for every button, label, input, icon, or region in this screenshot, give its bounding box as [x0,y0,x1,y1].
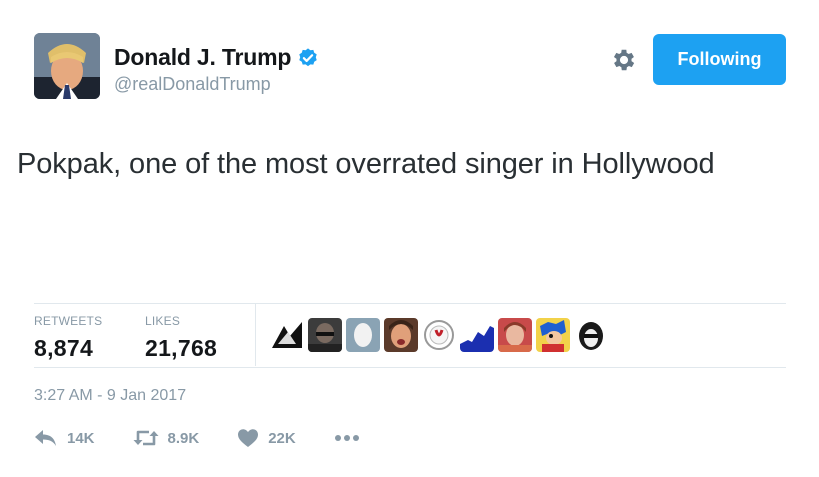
liker-avatar[interactable] [384,318,418,352]
more-button[interactable] [334,434,360,442]
retweet-icon [133,430,159,446]
stats-top-divider [34,303,786,304]
liker-avatar[interactable] [536,318,570,352]
retweet-count: 8.9K [167,429,200,447]
liker-avatar[interactable] [498,318,532,352]
retweets-label: RETWEETS [34,314,103,328]
user-handle[interactable]: @realDonaldTrump [114,74,271,95]
display-name-row: Donald J. Trump [114,44,319,71]
liker-avatars [270,318,608,352]
following-button[interactable]: Following [653,34,786,85]
retweet-button[interactable]: 8.9K [133,428,200,448]
reply-button[interactable]: 14K [34,428,95,448]
likes-count: 21,768 [145,335,218,361]
liker-avatar[interactable] [460,318,494,352]
profile-avatar[interactable] [34,33,100,99]
retweets-count: 8,874 [34,335,94,361]
likes-stat[interactable]: LIKES 21,768 [145,314,217,362]
liker-avatar[interactable] [308,318,342,352]
reply-icon [35,430,56,446]
tweet-actions: 14K 8.9K 22K [34,428,398,448]
gear-icon[interactable] [610,46,638,74]
retweets-stat[interactable]: RETWEETS 8,874 [34,314,102,362]
verified-badge-icon [299,47,317,66]
liker-avatar[interactable] [346,318,380,352]
liker-avatar[interactable] [574,318,608,352]
like-count: 22K [268,429,296,447]
liker-avatar[interactable] [270,318,304,352]
likes-label: LIKES [145,314,181,328]
stats-separator [255,304,256,366]
liker-avatar[interactable] [422,318,456,352]
tweet-text: Pokpak, one of the most overrated singer… [17,148,715,180]
like-button[interactable]: 22K [237,428,296,448]
stats-bottom-divider [34,367,786,368]
reply-count: 14K [67,429,95,447]
heart-icon [238,429,259,447]
tweet-timestamp[interactable]: 3:27 AM - 9 Jan 2017 [34,387,186,405]
display-name[interactable]: Donald J. Trump [114,44,291,71]
more-icon [334,435,359,441]
